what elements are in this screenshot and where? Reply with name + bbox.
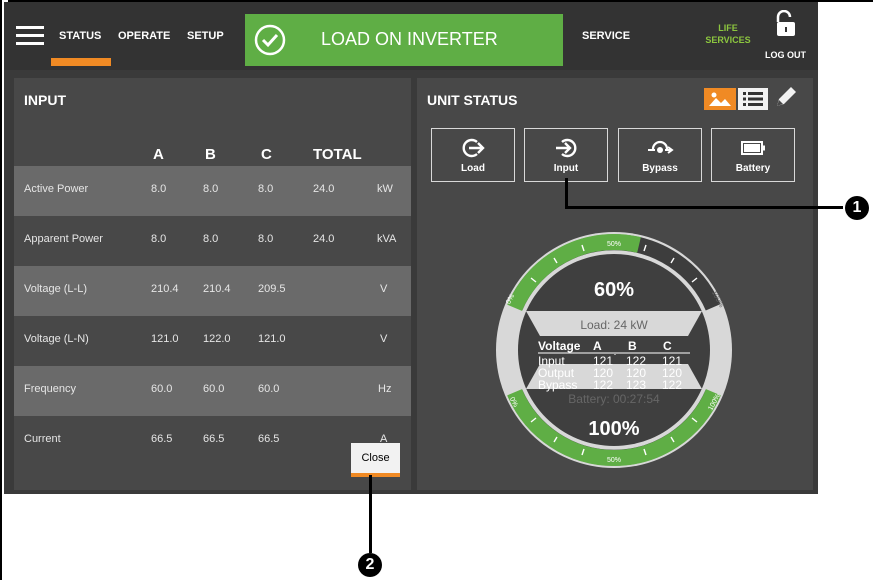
- col-c-header: C: [261, 146, 272, 163]
- services-label: SERVICES: [705, 35, 751, 45]
- banner-text: LOAD ON INVERTER: [321, 29, 498, 49]
- col-total-header: TOTAL: [313, 146, 362, 163]
- header-c: C: [663, 339, 672, 353]
- list-view-button[interactable]: [738, 88, 768, 110]
- top-nav: STATUS OPERATE SETUP LOAD ON INVERTER SE…: [4, 2, 818, 70]
- bypass-label: Bypass: [642, 163, 678, 174]
- image-icon: [709, 92, 731, 106]
- table-row: Active Power 8.0 8.0 8.0 24.0 kW: [14, 166, 411, 216]
- nav-setup[interactable]: SETUP: [187, 30, 224, 42]
- row-bypass-b: 123: [626, 378, 646, 392]
- header-b: B: [628, 339, 637, 353]
- cell-a: 121.0: [151, 333, 179, 345]
- battery-text: Battery: 00:27:54: [568, 392, 660, 406]
- cell-c: 209.5: [258, 283, 286, 295]
- unit-status-title: UNIT STATUS: [427, 92, 518, 108]
- input-title: INPUT: [24, 92, 66, 108]
- close-button[interactable]: Close: [351, 443, 400, 477]
- nav-status[interactable]: STATUS: [59, 30, 101, 42]
- load-percent: 60%: [594, 279, 634, 301]
- row-label: Apparent Power: [24, 233, 103, 245]
- row-bypass-a: 122: [593, 378, 613, 392]
- table-row: Voltage (L-N) 121.0 122.0 121.0 V: [14, 316, 411, 366]
- load-text: Load: 24 kW: [580, 318, 648, 332]
- load-arrow-icon: [462, 138, 485, 158]
- callout-1-marker: 1: [845, 196, 869, 220]
- table-row: Frequency 60.0 60.0 60.0 Hz: [14, 366, 411, 416]
- cell-unit: V: [380, 333, 388, 345]
- battery-icon: [741, 141, 765, 155]
- row-bypass-c: 122: [662, 378, 682, 392]
- menu-icon[interactable]: [16, 26, 44, 46]
- check-circle-icon: [254, 24, 286, 56]
- life-label: LIFE: [718, 23, 738, 33]
- battery-button[interactable]: Battery: [711, 128, 795, 182]
- row-label: Frequency: [24, 383, 76, 395]
- cell-total: 24.0: [313, 233, 335, 245]
- row-bypass-label: Bypass: [538, 378, 577, 392]
- battery-label: Battery: [735, 163, 771, 174]
- callout-1-leader-horizontal: [565, 206, 843, 209]
- input-label: Input: [553, 163, 579, 174]
- gauge-label-bottom: 50%: [607, 457, 621, 464]
- status-gauge: 50% 0% 100% 0% 100% 50% 60% Load: 24 kW …: [496, 232, 732, 468]
- bypass-button[interactable]: Bypass: [618, 128, 702, 182]
- table-row: Voltage (L-L) 210.4 210.4 209.5 V: [14, 266, 411, 316]
- cell-b: 60.0: [203, 383, 225, 395]
- cell-a: 66.5: [151, 433, 173, 445]
- cell-c: 8.0: [258, 233, 274, 245]
- cell-b: 8.0: [203, 233, 219, 245]
- cell-c: 66.5: [258, 433, 280, 445]
- unit-status-panel: UNIT STATUS Load Input Bypass Battery 50…: [417, 78, 813, 490]
- row-label: Active Power: [24, 183, 89, 195]
- cell-b: 122.0: [203, 333, 231, 345]
- cell-b: 8.0: [203, 183, 219, 195]
- load-button[interactable]: Load: [431, 128, 515, 182]
- bypass-icon: [648, 140, 674, 154]
- cell-unit: V: [380, 283, 388, 295]
- unlock-icon[interactable]: [774, 10, 798, 38]
- load-label: Load: [461, 163, 485, 174]
- cell-total: 24.0: [313, 183, 335, 195]
- cell-a: 210.4: [151, 283, 179, 295]
- table-row: Apparent Power 8.0 8.0 8.0 24.0 kVA: [14, 216, 411, 266]
- graphic-view-button[interactable]: [704, 88, 736, 110]
- status-banner: LOAD ON INVERTER: [245, 14, 563, 66]
- battery-percent: 100%: [588, 418, 639, 440]
- cell-c: 60.0: [258, 383, 280, 395]
- input-arrow-icon: [556, 138, 577, 158]
- input-button[interactable]: Input: [524, 128, 608, 182]
- nav-operate[interactable]: OPERATE: [118, 30, 170, 42]
- cell-unit: kW: [377, 183, 393, 195]
- cell-unit: Hz: [378, 383, 392, 395]
- row-label: Voltage (L-N): [24, 333, 89, 345]
- cell-a: 60.0: [151, 383, 173, 395]
- list-icon: [743, 92, 763, 106]
- col-a-header: A: [153, 146, 164, 163]
- col-b-header: B: [205, 146, 216, 163]
- cell-unit: kVA: [377, 233, 397, 245]
- voltage-header: Voltage: [538, 339, 581, 353]
- input-panel: INPUT A B C TOTAL Active Power 8.0 8.0 8…: [14, 78, 411, 490]
- cell-b: 210.4: [203, 283, 231, 295]
- cell-a: 8.0: [151, 233, 167, 245]
- row-label: Voltage (L-L): [24, 283, 87, 295]
- callout-2-marker: 2: [358, 553, 382, 577]
- nav-life-services[interactable]: LIFE SERVICES: [703, 22, 753, 46]
- callout-2-leader: [369, 475, 372, 553]
- frame-left-border: [0, 0, 2, 580]
- gauge-label-top: 50%: [607, 241, 621, 248]
- header-a: A: [593, 339, 602, 353]
- row-label: Current: [24, 433, 61, 445]
- edit-pencil-icon[interactable]: [773, 84, 799, 110]
- cell-c: 8.0: [258, 183, 274, 195]
- device-screen: STATUS OPERATE SETUP LOAD ON INVERTER SE…: [4, 2, 818, 494]
- nav-active-indicator: [51, 58, 111, 66]
- logout-button[interactable]: LOG OUT: [765, 50, 806, 60]
- cell-c: 121.0: [258, 333, 286, 345]
- callout-1-leader-vertical: [565, 178, 568, 208]
- nav-service[interactable]: SERVICE: [582, 30, 630, 42]
- cell-a: 8.0: [151, 183, 167, 195]
- cell-b: 66.5: [203, 433, 225, 445]
